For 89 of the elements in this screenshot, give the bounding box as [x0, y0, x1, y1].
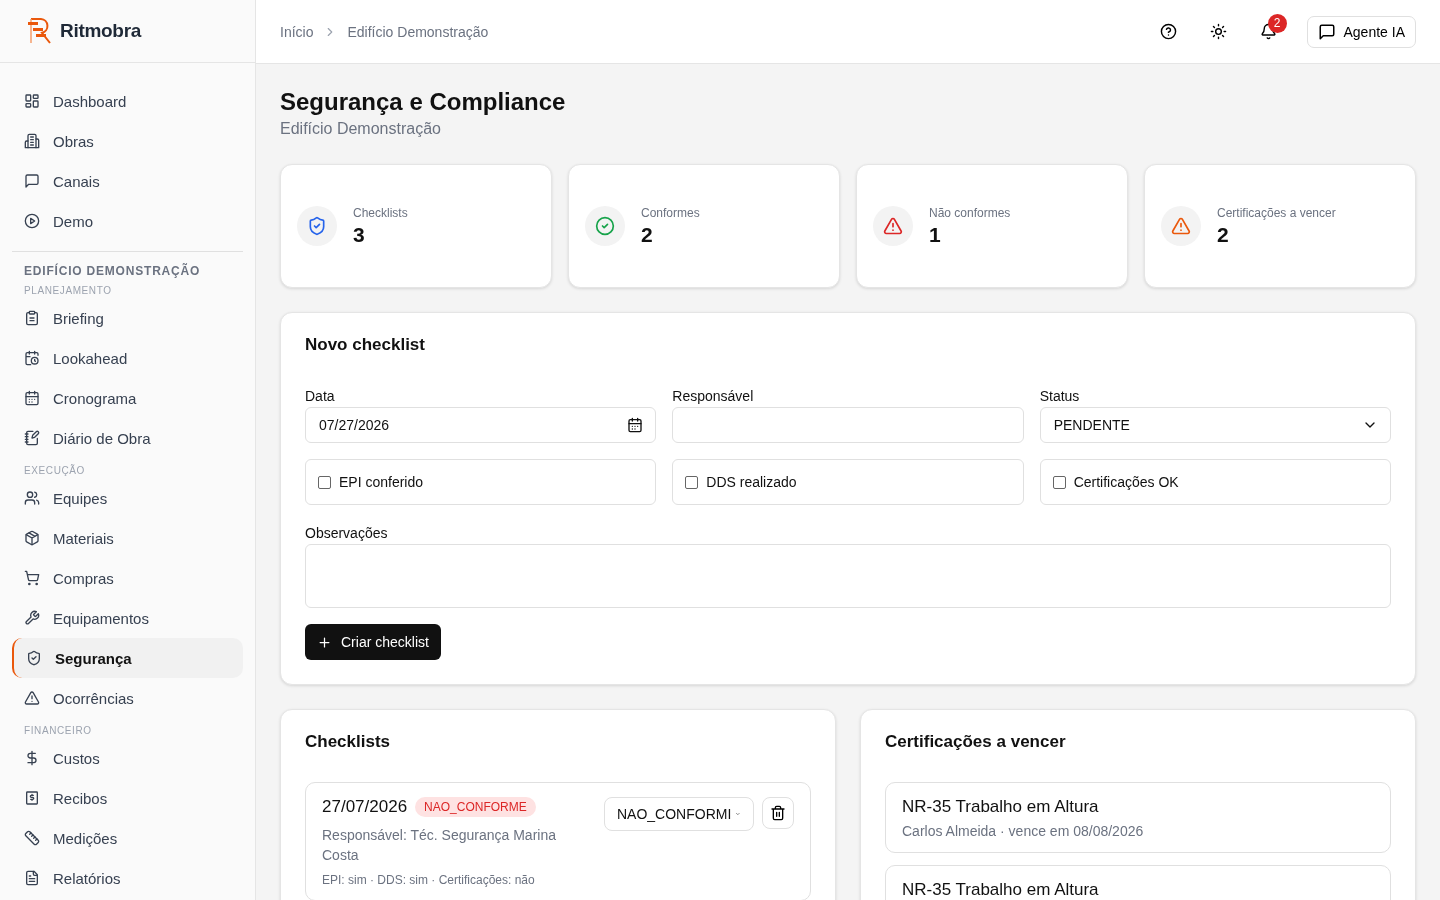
agent-button[interactable]: Agente IA	[1306, 15, 1416, 48]
notebook-icon	[24, 430, 40, 446]
sidebar-item[interactable]: Compras	[12, 558, 243, 598]
play-icon	[24, 213, 40, 229]
status-badge: NAO_CONFORME	[415, 797, 536, 817]
sidebar-item[interactable]: Cronograma	[12, 378, 243, 418]
sidebar-item[interactable]: Medições	[12, 818, 243, 858]
checkbox-option[interactable]: DDS realizado	[672, 459, 1024, 505]
checkbox-option[interactable]: EPI conferido	[305, 459, 657, 505]
stat-value: 2	[1217, 222, 1230, 247]
checkbox[interactable]	[1052, 475, 1066, 489]
checklist-details: EPI: sim · DDS: sim · Certificações: não	[322, 873, 536, 887]
status-select[interactable]: PENDENTE	[1039, 407, 1391, 443]
stat-value: 2	[641, 222, 654, 247]
calendar-icon	[24, 390, 40, 406]
checklist-date: 27/07/2026	[322, 797, 408, 817]
sidebar-item[interactable]: Custos	[12, 738, 243, 778]
sidebar-item[interactable]: Materiais	[12, 518, 243, 558]
plus-icon	[317, 634, 332, 650]
notifications-button[interactable]: 2	[1250, 13, 1287, 50]
field-label: Status	[1039, 388, 1081, 404]
section-label: PLANEJAMENTO	[23, 285, 113, 296]
certification-meta: Carlos Almeida · vence em 08/08/2026	[902, 823, 1145, 839]
certification-name: NR-35 Trabalho em Altura	[902, 797, 1100, 817]
chat-icon	[24, 173, 40, 189]
sidebar-item[interactable]: Recibos	[12, 778, 243, 818]
sidebar-item[interactable]: Diário de Obra	[12, 418, 243, 458]
date-field[interactable]: 07/27/2026	[305, 407, 657, 443]
checkbox-option[interactable]: Certificações OK	[1039, 459, 1391, 505]
create-checklist-button[interactable]: Criar checklist	[305, 624, 441, 660]
stat-label: Certificações a vencer	[1217, 205, 1336, 220]
help-icon	[1160, 23, 1177, 40]
field-label: Data	[305, 388, 336, 404]
field-label: Responsável	[672, 388, 755, 404]
text-field[interactable]	[672, 407, 1024, 443]
stat-label: Checklists	[353, 205, 408, 220]
clipboard-icon	[24, 310, 40, 326]
stat-value: 3	[353, 222, 366, 247]
notification-badge: 2	[1267, 13, 1287, 33]
sun-icon	[1210, 23, 1227, 40]
section-label: EXECUÇÃO	[23, 465, 86, 476]
cart-icon	[24, 570, 40, 586]
sidebar-item[interactable]: Lookahead	[12, 338, 243, 378]
card-title: Certificações a vencer	[885, 732, 1067, 752]
stat-value: 1	[929, 222, 942, 247]
responsible-text: Responsável: Téc. Segurança Marina Costa	[322, 826, 557, 865]
stat-label: Não conformes	[929, 205, 1011, 220]
chat-icon	[1317, 22, 1336, 41]
ruler-icon	[24, 830, 40, 846]
calendar-clock-icon	[24, 350, 40, 366]
document-icon	[24, 870, 40, 886]
breadcrumb-link[interactable]: Início	[280, 23, 314, 40]
delete-button[interactable]	[762, 797, 794, 829]
sidebar-item[interactable]: Equipamentos	[12, 598, 243, 638]
card-title: Novo checklist	[305, 335, 426, 355]
sidebar-item[interactable]: Ocorrências	[12, 678, 243, 718]
sidebar-item[interactable]: Dashboard	[12, 81, 243, 121]
page-title: Segurança e Compliance	[280, 88, 567, 116]
sidebar-item[interactable]: Segurança	[12, 638, 243, 678]
checkbox[interactable]	[685, 475, 699, 489]
box-icon	[24, 530, 40, 546]
certification-name: NR-35 Trabalho em Altura	[902, 880, 1100, 900]
dashboard-icon	[24, 93, 40, 109]
sidebar-item[interactable]: Canais	[12, 161, 243, 201]
wrench-icon	[24, 610, 40, 626]
calendar-icon	[627, 417, 644, 433]
trash-icon	[770, 805, 786, 821]
receipt-icon	[24, 790, 40, 806]
section-label: FINANCEIRO	[23, 725, 93, 736]
users-icon	[24, 490, 40, 506]
sidebar-item[interactable]: Demo	[12, 201, 243, 241]
breadcrumb-link[interactable]: Edifício Demonstração	[347, 23, 489, 40]
sidebar-item[interactable]: Briefing	[12, 298, 243, 338]
project-heading: EDIFÍCIO DEMONSTRAÇÃO	[23, 264, 202, 278]
sidebar-item[interactable]: Obras	[12, 121, 243, 161]
card-title: Checklists	[305, 732, 392, 752]
stat-label: Conformes	[641, 205, 700, 220]
dollar-icon	[24, 750, 40, 766]
building-icon	[24, 133, 40, 149]
sidebar-item[interactable]: Equipes	[12, 478, 243, 518]
sidebar-item[interactable]: Relatórios	[12, 858, 243, 898]
shield-icon	[26, 650, 42, 666]
page-subtitle: Edifício Demonstração	[280, 120, 442, 138]
warning-icon	[24, 690, 40, 706]
status-select[interactable]: NAO_CONFORMI	[604, 797, 754, 831]
brand-name: Ritmobra	[60, 20, 141, 42]
notes-field[interactable]	[305, 544, 1391, 608]
field-label: Observações	[305, 525, 389, 541]
checkbox[interactable]	[318, 475, 331, 489]
